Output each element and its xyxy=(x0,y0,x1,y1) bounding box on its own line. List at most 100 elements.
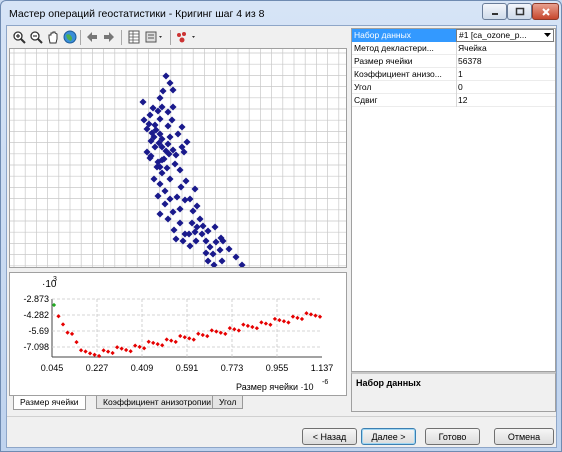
chart-point xyxy=(96,353,102,359)
data-point-marker xyxy=(161,187,169,195)
chart-point xyxy=(51,302,57,308)
data-point-marker xyxy=(177,183,185,191)
layers-dropdown-button[interactable] xyxy=(143,29,167,45)
property-divider xyxy=(456,68,457,81)
data-point-marker xyxy=(156,180,164,188)
data-point-marker xyxy=(185,230,193,238)
previous-extent-button[interactable] xyxy=(84,29,100,45)
chart-point xyxy=(173,339,178,344)
data-map-view[interactable] xyxy=(9,48,347,268)
chart-point xyxy=(214,329,219,334)
property-row-anisotropy[interactable]: Коэффициент анизо... 1 xyxy=(352,68,555,81)
data-point-marker xyxy=(166,195,174,203)
property-value[interactable]: 0 xyxy=(458,82,542,94)
tab-angle[interactable]: Угол xyxy=(212,396,244,409)
x-tick-label: 0.591 xyxy=(176,363,199,373)
property-name: Сдвиг xyxy=(354,95,378,105)
minimize-icon xyxy=(491,12,498,15)
property-value[interactable]: 1 xyxy=(458,69,542,81)
property-name: Набор данных xyxy=(352,29,456,42)
property-value[interactable]: 12 xyxy=(458,95,542,107)
data-point-marker xyxy=(212,238,220,246)
button-bar-divider xyxy=(7,416,556,417)
chart-point xyxy=(277,318,282,323)
toolbar-separator xyxy=(170,30,171,45)
tab-cell-size[interactable]: Размер ячейки xyxy=(13,396,86,410)
chart-point xyxy=(200,332,205,338)
x-tick-label: 0.409 xyxy=(131,363,154,373)
next-extent-button[interactable] xyxy=(101,29,117,45)
data-point-marker xyxy=(161,200,169,208)
data-points-map xyxy=(10,49,346,267)
zoom-in-button[interactable] xyxy=(11,29,27,45)
data-point-marker xyxy=(171,160,179,168)
chart-point xyxy=(308,312,314,317)
chevron-down-icon xyxy=(543,31,552,40)
x-tick-label: 0.955 xyxy=(266,363,289,373)
maximize-icon xyxy=(515,7,524,16)
property-value[interactable]: 56378 xyxy=(458,56,542,68)
data-point-marker xyxy=(199,222,207,230)
table-button[interactable] xyxy=(126,29,142,45)
property-row-cell-size[interactable]: Размер ячейки 56378 xyxy=(352,55,555,68)
data-point-marker xyxy=(188,219,196,227)
globe-icon xyxy=(63,30,77,44)
pan-button[interactable] xyxy=(45,29,61,45)
chart-point xyxy=(268,322,273,327)
chart-point xyxy=(281,319,287,324)
cancel-button[interactable]: Отмена xyxy=(494,428,554,445)
tab-anisotropy[interactable]: Коэффициент анизотропии xyxy=(96,396,219,409)
zoom-out-button[interactable] xyxy=(28,29,44,45)
property-value[interactable]: Ячейка xyxy=(458,43,542,55)
maximize-button[interactable] xyxy=(507,3,532,20)
data-point-marker xyxy=(168,116,176,124)
wizard-window: Мастер операций геостатистики - Кригинг … xyxy=(0,0,562,452)
property-name: Метод декластери... xyxy=(354,43,434,53)
x-tick-label: 0.227 xyxy=(86,363,109,373)
title-bar[interactable]: Мастер операций геостатистики - Кригинг … xyxy=(1,1,561,25)
cell-size-chart-svg: ·10 3 Размер ячейки ·10 -6 -2.873-4.282-… xyxy=(23,276,333,392)
chart-point xyxy=(272,316,278,322)
close-button[interactable] xyxy=(532,3,559,20)
chart-point xyxy=(124,347,129,353)
y-tick-label: -4.282 xyxy=(23,310,49,320)
property-row-declustering-method[interactable]: Метод декластери... Ячейка xyxy=(352,42,555,55)
data-point-marker xyxy=(176,166,184,174)
table-icon xyxy=(128,30,140,44)
data-point-marker xyxy=(162,72,170,80)
property-name: Угол xyxy=(354,82,372,92)
y-tick-label: -5.69 xyxy=(28,326,49,336)
data-point-marker xyxy=(183,138,191,146)
finish-button[interactable]: Готово xyxy=(425,428,480,445)
back-button[interactable]: < Назад xyxy=(302,428,357,445)
property-name: Размер ячейки xyxy=(354,56,413,66)
dataset-dropdown[interactable]: #1 [ca_ozone_p... xyxy=(456,29,554,42)
data-point-marker xyxy=(173,193,181,201)
property-row-dataset[interactable]: Набор данных #1 [ca_ozone_p... xyxy=(352,29,555,42)
data-point-marker xyxy=(156,94,164,102)
property-divider xyxy=(456,42,457,55)
next-button[interactable]: Далее > xyxy=(361,428,416,445)
chart-point xyxy=(227,325,232,331)
chart-point xyxy=(178,333,183,339)
data-point-marker xyxy=(186,195,194,203)
y-tick-label: -7.098 xyxy=(23,342,49,352)
property-row-shift[interactable]: Сдвиг 12 xyxy=(352,94,555,107)
chart-point xyxy=(101,348,106,353)
data-point-marker xyxy=(206,243,214,251)
x-axis-label: Размер ячейки ·10 xyxy=(236,382,314,392)
chart-point xyxy=(263,321,269,326)
points-dropdown-button[interactable] xyxy=(174,29,200,45)
pan-hand-icon xyxy=(48,31,58,44)
minimize-button[interactable] xyxy=(482,3,507,20)
data-point-marker xyxy=(151,121,159,129)
data-point-marker xyxy=(139,98,147,106)
data-point-marker xyxy=(202,249,210,257)
data-point-marker xyxy=(156,210,164,218)
data-point-marker xyxy=(193,202,201,210)
data-point-marker xyxy=(156,115,164,123)
data-point-marker xyxy=(159,87,167,95)
data-point-marker xyxy=(210,261,218,267)
full-extent-button[interactable] xyxy=(62,29,78,45)
property-row-angle[interactable]: Угол 0 xyxy=(352,81,555,94)
